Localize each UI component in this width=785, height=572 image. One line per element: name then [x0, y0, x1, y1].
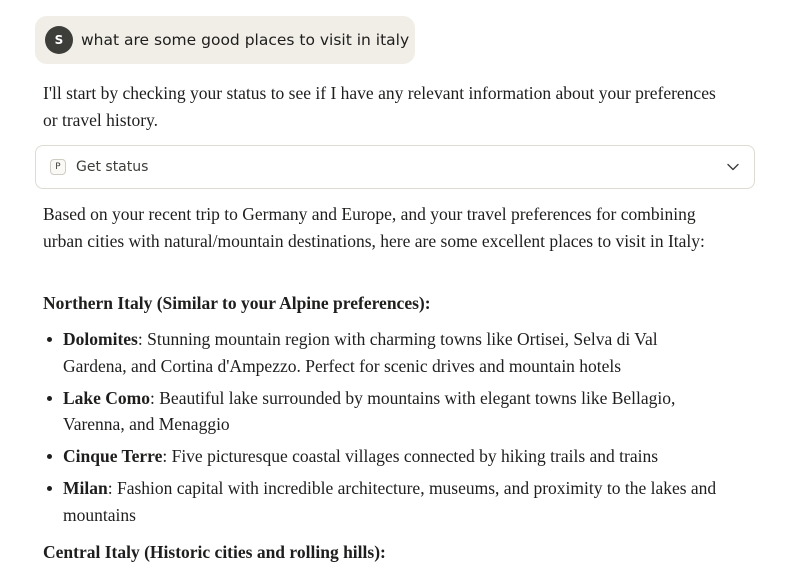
bullet-dot [47, 486, 52, 491]
chevron-down-icon[interactable] [726, 160, 740, 174]
assistant-intro-text: I'll start by checking your status to se… [43, 83, 716, 130]
tool-p-icon: P [50, 159, 66, 175]
place-description: : Beautiful lake surrounded by mountains… [63, 387, 676, 435]
place-name: Dolomites [63, 329, 138, 349]
place-description: : Five picturesque coastal villages conn… [162, 446, 659, 466]
place-name: Milan [63, 478, 108, 498]
place-name: Lake Como [63, 387, 151, 408]
place-name: Cinque Terre [63, 446, 163, 466]
user-avatar[interactable]: S [45, 26, 73, 54]
user-message-text: what are some good places to visit in it… [81, 31, 410, 49]
bullet-dot [47, 454, 52, 459]
central-italy-heading: Central Italy (Historic cities and rolli… [43, 542, 386, 562]
bullet-dot [47, 395, 52, 401]
tool-call-get-status[interactable]: P Get status [35, 145, 755, 189]
assistant-based-on-text: Based on your recent trip to Germany and… [43, 204, 705, 251]
bullet-dot [47, 337, 52, 342]
place-description: : Stunning mountain region with charming… [63, 329, 658, 376]
northern-places-list: Dolomites: Stunning mountain region with… [43, 326, 723, 534]
place-description: : Fashion capital with incredible archit… [63, 478, 717, 525]
northern-italy-heading: Northern Italy (Similar to your Alpine p… [43, 293, 431, 313]
list-item: Cinque Terre: Five picturesque coastal v… [43, 443, 723, 470]
list-item: Dolomites: Stunning mountain region with… [43, 326, 723, 379]
list-item: Lake Como: Beautiful lake surrounded by … [43, 385, 723, 438]
tool-call-label: Get status [76, 159, 149, 175]
list-item: Milan: Fashion capital with incredible a… [43, 475, 723, 528]
user-message-bubble: S what are some good places to visit in … [35, 16, 415, 64]
